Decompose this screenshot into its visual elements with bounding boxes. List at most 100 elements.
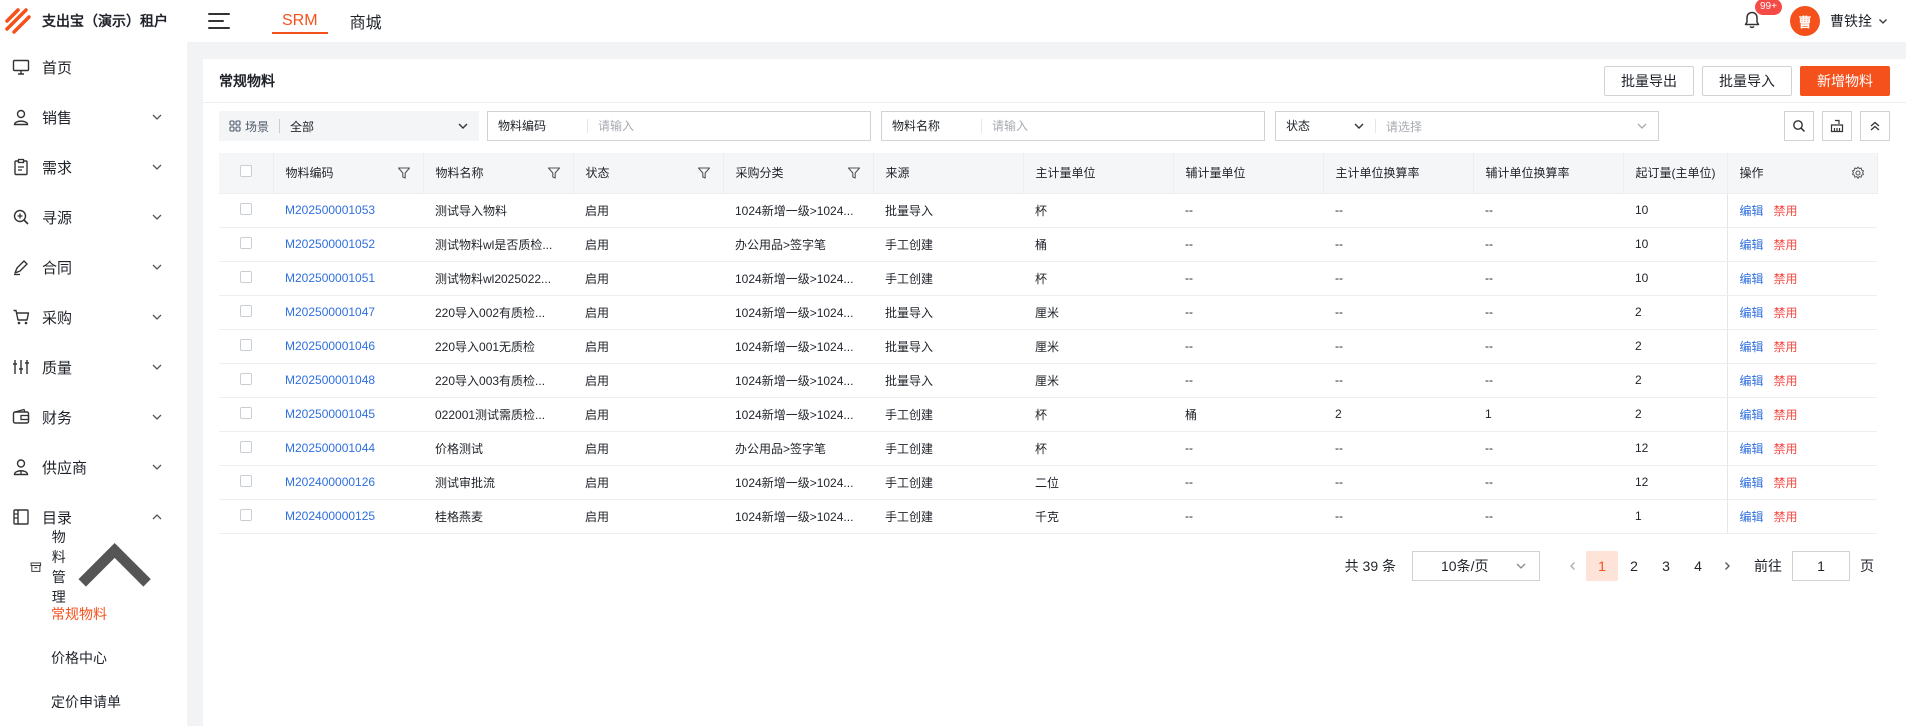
page-3-button[interactable]: 3 — [1650, 551, 1682, 581]
material-code-link[interactable]: M202500001047 — [273, 295, 423, 330]
collapse-button[interactable] — [1860, 111, 1890, 141]
material-code-link[interactable]: M202500001045 — [273, 397, 423, 432]
edit-link[interactable]: 编辑 — [1740, 408, 1764, 422]
column-header: 主计量单位 — [1023, 153, 1174, 194]
page-4-button[interactable]: 4 — [1682, 551, 1714, 581]
clear-button[interactable] — [1822, 111, 1852, 141]
table-cell: 手工创建 — [873, 261, 1023, 296]
disable-link[interactable]: 禁用 — [1774, 442, 1798, 456]
scene-select[interactable]: 场景 全部 — [219, 111, 479, 141]
edit-link[interactable]: 编辑 — [1740, 204, 1764, 218]
edit-link[interactable]: 编辑 — [1740, 374, 1764, 388]
row-checkbox[interactable] — [240, 474, 252, 487]
next-page-button[interactable] — [1714, 561, 1740, 571]
page-1-button[interactable]: 1 — [1586, 551, 1618, 581]
chevron-down-icon[interactable] — [1878, 16, 1888, 26]
search-button[interactable] — [1784, 111, 1814, 141]
material-code-link[interactable]: M202400000125 — [273, 499, 423, 534]
sidebar-item-demand[interactable]: 需求 — [0, 142, 187, 192]
table-cell: -- — [1173, 227, 1323, 262]
batch-import-button[interactable]: 批量导入 — [1702, 65, 1792, 96]
sidebar-item-contract[interactable]: 合同 — [0, 242, 187, 292]
row-checkbox[interactable] — [240, 372, 252, 385]
edit-link[interactable]: 编辑 — [1740, 476, 1764, 490]
table-cell: 测试物料wl2025022... — [423, 261, 573, 296]
filter-icon[interactable] — [697, 166, 711, 180]
disable-link[interactable]: 禁用 — [1774, 340, 1798, 354]
add-material-button[interactable]: 新增物料 — [1800, 65, 1890, 96]
sidebar-item-home[interactable]: 首页 — [0, 42, 187, 92]
material-code-link[interactable]: M202500001051 — [273, 261, 423, 296]
status-filter[interactable]: 状态 请选择 — [1275, 111, 1659, 141]
sidebar-submenu-material-management[interactable]: 物料管理 — [0, 529, 187, 605]
edit-link[interactable]: 编辑 — [1740, 272, 1764, 286]
row-select-cell — [219, 499, 273, 534]
table-row: M202500001044 价格测试 启用 办公用品>签字笔 手工创建杯 -- -- -- 12… — [219, 431, 1877, 466]
edit-link[interactable]: 编辑 — [1740, 442, 1764, 456]
select-all-checkbox[interactable] — [239, 165, 252, 178]
edit-link[interactable]: 编辑 — [1740, 306, 1764, 320]
row-checkbox[interactable] — [240, 236, 252, 249]
edit-link[interactable]: 编辑 — [1740, 510, 1764, 524]
page-2-button[interactable]: 2 — [1618, 551, 1650, 581]
material-code-label: 物料编码 — [488, 119, 588, 133]
filter-icon[interactable] — [397, 166, 411, 180]
disable-link[interactable]: 禁用 — [1774, 204, 1798, 218]
app-logo[interactable]: 支出宝（演示）租户 — [0, 0, 200, 42]
material-code-link[interactable]: M202500001046 — [273, 329, 423, 364]
material-code-input[interactable] — [588, 119, 870, 133]
sidebar-item-purchase[interactable]: 采购 — [0, 292, 187, 342]
sidebar-item-sales[interactable]: 销售 — [0, 92, 187, 142]
disable-link[interactable]: 禁用 — [1774, 408, 1798, 422]
tab-srm[interactable]: SRM — [272, 0, 328, 42]
notification-bell-icon[interactable]: 99+ — [1742, 0, 1783, 32]
table-cell: -- — [1173, 431, 1323, 466]
sidebar-item-supplier[interactable]: 供应商 — [0, 442, 187, 492]
row-checkbox[interactable] — [240, 304, 252, 317]
disable-link[interactable]: 禁用 — [1774, 510, 1798, 524]
sidebar-item-finance[interactable]: 财务 — [0, 392, 187, 442]
user-name[interactable]: 曹铁拴 — [1830, 11, 1872, 31]
page-size-select[interactable]: 10条/页 — [1412, 551, 1540, 581]
wallet-icon — [12, 408, 30, 424]
sidebar-leaf-price-center[interactable]: 价格中心 — [0, 636, 187, 680]
row-checkbox[interactable] — [240, 202, 252, 215]
notification-badge: 99+ — [1754, 0, 1783, 16]
column-header-operations: 操作 — [1726, 153, 1878, 194]
edit-link[interactable]: 编辑 — [1740, 238, 1764, 252]
sidebar-leaf-pricing-request[interactable]: 定价申请单 — [0, 680, 187, 724]
gear-icon[interactable] — [1851, 166, 1865, 180]
goto-page-input[interactable]: 1 — [1792, 551, 1850, 581]
column-header: 状态 — [573, 153, 724, 194]
row-checkbox[interactable] — [240, 508, 252, 521]
sidebar-item-label: 需求 — [42, 159, 73, 177]
row-checkbox[interactable] — [240, 270, 252, 283]
table-cell: 启用 — [573, 397, 723, 432]
material-code-link[interactable]: M202500001053 — [273, 193, 423, 228]
edit-link[interactable]: 编辑 — [1740, 340, 1764, 354]
material-code-link[interactable]: M202400000126 — [273, 465, 423, 500]
sidebar-item-sourcing[interactable]: 寻源 — [0, 192, 187, 242]
table-cell: 手工创建 — [873, 499, 1023, 534]
batch-export-button[interactable]: 批量导出 — [1604, 65, 1694, 96]
disable-link[interactable]: 禁用 — [1774, 476, 1798, 490]
row-checkbox[interactable] — [240, 406, 252, 419]
disable-link[interactable]: 禁用 — [1774, 238, 1798, 252]
row-checkbox[interactable] — [240, 338, 252, 351]
avatar[interactable]: 曹 — [1790, 6, 1820, 36]
prev-page-button[interactable] — [1560, 561, 1586, 571]
row-checkbox[interactable] — [240, 440, 252, 453]
material-name-input[interactable] — [982, 119, 1264, 133]
material-code-link[interactable]: M202500001052 — [273, 227, 423, 262]
menu-toggle-icon[interactable] — [208, 11, 232, 31]
tab-mall[interactable]: 商城 — [340, 0, 392, 42]
table-cell: 桶 — [1023, 227, 1173, 262]
material-code-link[interactable]: M202500001044 — [273, 431, 423, 466]
disable-link[interactable]: 禁用 — [1774, 306, 1798, 320]
sidebar-item-quality[interactable]: 质量 — [0, 342, 187, 392]
material-code-link[interactable]: M202500001048 — [273, 363, 423, 398]
filter-icon[interactable] — [547, 166, 561, 180]
filter-icon[interactable] — [847, 166, 861, 180]
disable-link[interactable]: 禁用 — [1774, 272, 1798, 286]
disable-link[interactable]: 禁用 — [1774, 374, 1798, 388]
